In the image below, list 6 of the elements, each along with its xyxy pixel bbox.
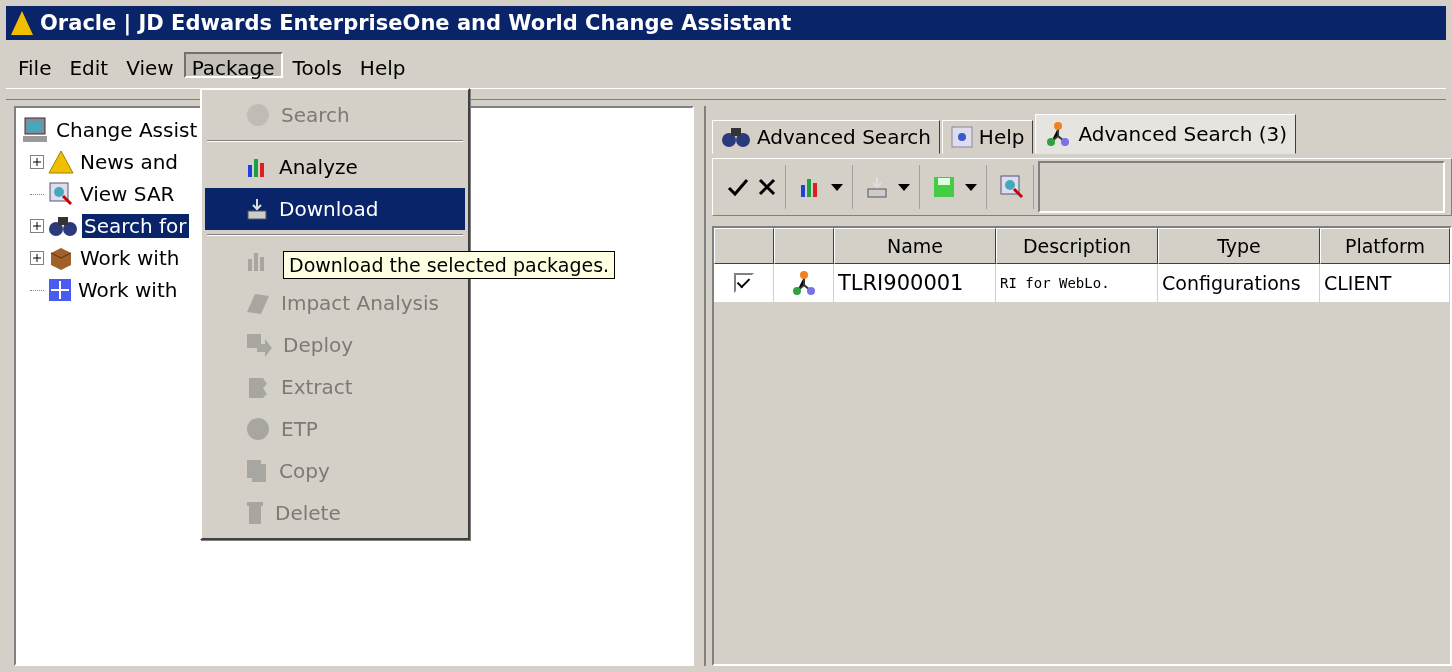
window-title: Oracle | JD Edwards EnterpriseOne and World Change Assistant <box>40 11 792 35</box>
table-cell: TLRI900001 <box>834 264 996 303</box>
table-cell: Configurations <box>1158 264 1320 303</box>
table-cell: RI for WebLo. <box>996 264 1158 303</box>
tooltip: Download the selected packages. <box>283 251 616 279</box>
table-cell: CLIENT <box>1320 264 1450 303</box>
